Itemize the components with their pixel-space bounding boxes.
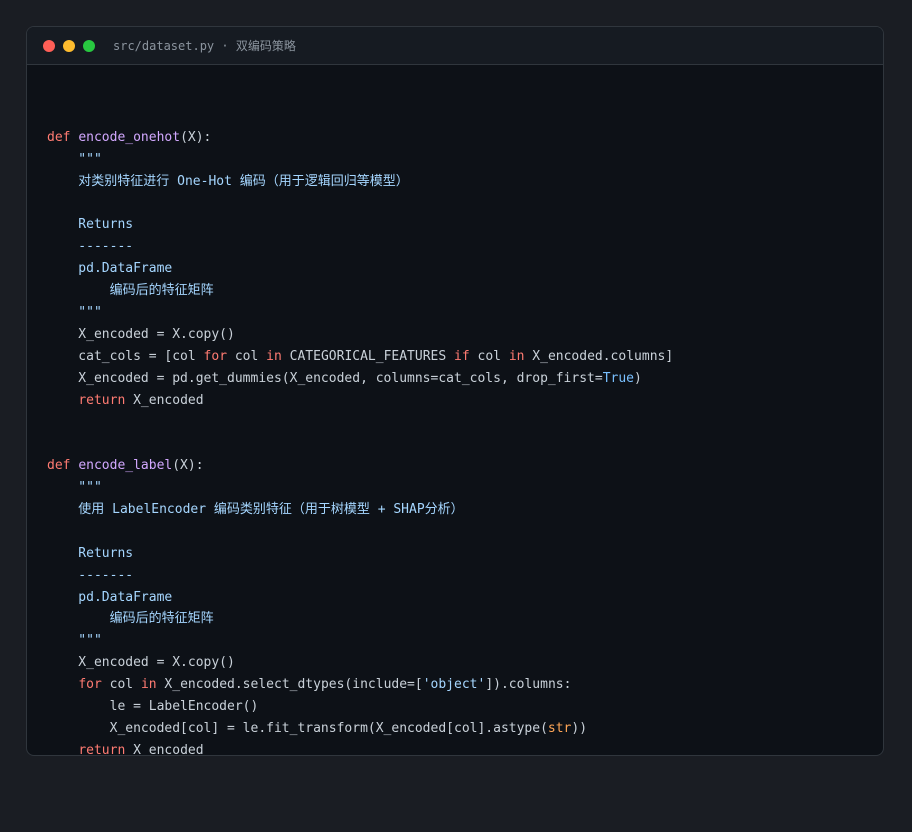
- code-line: -------: [47, 236, 673, 258]
- code-token: X_encoded.select_dtypes(include=[: [156, 677, 423, 693]
- window-title: src/dataset.py · 双编码策略: [113, 39, 296, 53]
- code-token: def: [47, 458, 71, 474]
- code-line: def encode_label(X):: [47, 455, 673, 477]
- code-token: (X):: [180, 129, 212, 145]
- code-token: X_encoded: [125, 742, 204, 756]
- code-line: pd.DataFrame: [47, 587, 673, 609]
- code-line: 编码后的特征矩阵: [47, 280, 673, 302]
- code-token: if: [454, 348, 470, 364]
- code-token: cat_cols = [col: [47, 348, 204, 364]
- code-token: -------: [47, 567, 134, 583]
- code-line: X_encoded[col] = le.fit_transform(X_enco…: [47, 718, 673, 740]
- code-token: 对类别特征进行 One-Hot 编码（用于逻辑回归等模型）: [47, 173, 409, 189]
- code-line: le = LabelEncoder(): [47, 696, 673, 718]
- code-token: """: [47, 305, 102, 321]
- code-line: 使用 LabelEncoder 编码类别特征（用于树模型 + SHAP分析）: [47, 499, 673, 521]
- code-token: """: [47, 633, 102, 649]
- code-token: col: [227, 348, 267, 364]
- code-token: encode_onehot: [78, 129, 181, 145]
- title-bar: src/dataset.py · 双编码策略: [27, 27, 883, 65]
- code-line: return X_encoded: [47, 390, 673, 412]
- close-window-dot[interactable]: [43, 39, 55, 52]
- code-token: pd.DataFrame: [47, 261, 173, 277]
- code-token: in: [508, 348, 525, 364]
- code-token: return: [78, 742, 126, 756]
- code-line: """: [47, 630, 673, 652]
- code-token: X_encoded = X.copy(): [47, 326, 235, 342]
- code-token: in: [140, 677, 157, 693]
- code-token: X_encoded.columns]: [524, 348, 674, 364]
- code-block: def encode_onehot(X): """ 对类别特征进行 One-Ho…: [47, 105, 673, 756]
- code-line: """: [47, 149, 673, 171]
- code-token: X_encoded = X.copy(): [47, 655, 235, 671]
- code-token: -------: [47, 239, 134, 255]
- code-line: X_encoded = X.copy(): [47, 652, 673, 674]
- code-token: encode_label: [78, 458, 173, 474]
- code-token: X_encoded: [125, 392, 204, 408]
- code-line: Returns: [47, 543, 673, 565]
- code-token: for: [78, 677, 102, 693]
- code-token: str: [547, 720, 572, 736]
- code-token: col: [101, 677, 141, 693]
- code-token: X_encoded[col] = le.fit_transform(X_enco…: [47, 720, 548, 736]
- code-token: 'object': [422, 677, 486, 693]
- code-token: le = LabelEncoder(): [47, 699, 259, 715]
- minimize-window-dot[interactable]: [63, 39, 75, 52]
- code-token: """: [47, 151, 102, 167]
- code-line: cat_cols = [col for col in CATEGORICAL_F…: [47, 346, 673, 368]
- code-line: def encode_onehot(X):: [47, 127, 673, 149]
- code-token: """: [47, 480, 102, 496]
- code-token: (X):: [172, 458, 204, 474]
- code-token: Returns: [47, 217, 134, 233]
- code-line: Returns: [47, 214, 673, 236]
- code-token: 编码后的特征矩阵: [47, 283, 214, 299]
- code-line: 对类别特征进行 One-Hot 编码（用于逻辑回归等模型）: [47, 171, 673, 193]
- code-line: return X_encoded: [47, 740, 673, 756]
- maximize-window-dot[interactable]: [83, 39, 95, 52]
- code-token: for: [203, 348, 228, 364]
- code-token: def: [47, 129, 71, 145]
- code-line: X_encoded = X.copy(): [47, 324, 673, 346]
- code-token: )): [571, 720, 588, 736]
- code-token: in: [266, 348, 282, 364]
- code-token: col: [469, 348, 509, 364]
- code-line: for col in X_encoded.select_dtypes(inclu…: [47, 674, 673, 696]
- code-window: src/dataset.py · 双编码策略 def encode_onehot…: [26, 26, 884, 756]
- code-token: ]).columns:: [485, 677, 572, 693]
- code-token: pd.DataFrame: [47, 589, 173, 605]
- code-token: Returns: [47, 545, 134, 561]
- code-token: 编码后的特征矩阵: [47, 611, 214, 627]
- code-line: """: [47, 302, 673, 324]
- code-line: X_encoded = pd.get_dummies(X_encoded, co…: [47, 368, 673, 390]
- code-line: 编码后的特征矩阵: [47, 608, 673, 630]
- code-line: """: [47, 477, 673, 499]
- code-token: 使用 LabelEncoder 编码类别特征（用于树模型 + SHAP分析）: [47, 502, 464, 518]
- code-token: X_encoded = pd.get_dummies(X_encoded, co…: [47, 370, 603, 386]
- code-token: return: [78, 392, 126, 408]
- code-token: True: [602, 370, 635, 386]
- code-line: -------: [47, 565, 673, 587]
- code-line: pd.DataFrame: [47, 258, 673, 280]
- code-token: ): [634, 370, 642, 386]
- code-token: CATEGORICAL_FEATURES: [281, 348, 455, 364]
